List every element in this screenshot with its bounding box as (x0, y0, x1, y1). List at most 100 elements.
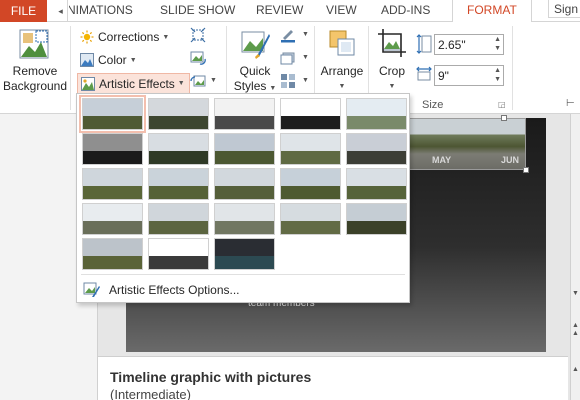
effect-thumbnail-crisscross-etching[interactable] (214, 203, 275, 235)
scroll-down-icon[interactable]: ▼ (572, 290, 579, 297)
effect-thumbnail-pencil-sketch[interactable] (280, 98, 341, 130)
effect-thumbnail-line-drawing[interactable] (346, 98, 407, 130)
thumbnail-sky (281, 134, 340, 151)
effect-thumbnail-film-grain[interactable] (214, 168, 275, 200)
effect-thumbnail-cutout[interactable] (82, 238, 143, 270)
thumbnail-sky (83, 204, 142, 221)
color-icon (80, 53, 94, 67)
effect-thumbnail-pastels-smooth[interactable] (280, 203, 341, 235)
effect-thumbnail-photocopy[interactable] (148, 238, 209, 270)
corrections-button[interactable]: Corrections ▼ (80, 28, 169, 46)
thumbnail-sky (281, 169, 340, 186)
remove-background-button[interactable]: Remove Background (2, 26, 68, 98)
remove-background-icon (19, 29, 49, 59)
artistic-effects-button[interactable]: Artistic Effects ▼ (77, 73, 190, 94)
shape-height-spin-icon[interactable]: ▲ ▼ (494, 35, 501, 53)
change-picture-button[interactable] (190, 50, 208, 68)
effect-thumbnail-texturizer[interactable] (148, 203, 209, 235)
effect-thumbnail-none[interactable] (79, 95, 146, 133)
shape-height-value: 2.65" (438, 38, 466, 52)
arrange-dropdown-icon: ▼ (338, 83, 346, 90)
effect-thumbnail-paint-brush[interactable] (214, 133, 275, 165)
thumbnail-land (347, 150, 406, 164)
effect-thumbnail-marker[interactable] (148, 98, 209, 130)
color-button[interactable]: Color ▼ (80, 51, 137, 69)
thumbnail-land (83, 185, 142, 199)
picture-border-button[interactable]: ▼ (280, 27, 310, 45)
quick-styles-icon (241, 31, 270, 59)
resize-handle[interactable] (523, 167, 529, 173)
artistic-effects-icon (81, 76, 95, 91)
tab-format[interactable]: FORMAT (452, 0, 532, 23)
vertical-scrollbar[interactable]: ▼ ▲ ▲ ▲ (570, 114, 580, 400)
thumbnail-land (149, 220, 208, 234)
effect-thumbnail-mosaic-bubbles[interactable] (280, 168, 341, 200)
artistic-effects-options-item[interactable]: Artistic Effects Options... (83, 280, 240, 300)
tab-view[interactable]: VIEW (326, 3, 357, 17)
thumbnail-sky (149, 204, 208, 221)
tab-slide-show[interactable]: SLIDE SHOW (160, 3, 235, 17)
thumbnail-land (347, 115, 406, 129)
quick-styles-button[interactable]: Quick Styles ▼ (232, 26, 278, 98)
crop-button[interactable]: Crop ▼ (372, 26, 412, 98)
thumbnail-land (215, 115, 274, 129)
effect-thumbnail-light-screen[interactable] (82, 168, 143, 200)
crop-dropdown-icon: ▼ (388, 83, 396, 90)
arrange-button[interactable]: Arrange ▼ (318, 26, 366, 98)
thumbnail-land (149, 150, 208, 164)
thumbnail-land (83, 150, 142, 164)
picture-effects-button[interactable]: ▼ (280, 50, 310, 68)
crop-icon (378, 29, 406, 57)
thumbnail-land (281, 115, 340, 129)
tab-review[interactable]: REVIEW (256, 3, 303, 17)
notes-pane[interactable]: Timeline graphic with pictures (Intermed… (98, 356, 568, 400)
thumbnail-land (215, 255, 274, 269)
thumbnail-land (281, 150, 340, 164)
effect-thumbnail-glow-diffused[interactable] (280, 133, 341, 165)
thumbnail-land (83, 255, 142, 269)
picture-border-icon (281, 30, 295, 43)
shape-height-field[interactable]: 2.65" ▲ ▼ (434, 34, 504, 55)
picture-layout-dropdown-icon: ▼ (302, 77, 309, 84)
thumbnail-sky (215, 99, 274, 116)
shape-width-field[interactable]: 9" ▲ ▼ (434, 65, 504, 86)
color-label: Color (98, 53, 127, 67)
ribbon-separator (512, 26, 513, 110)
sign-in-link[interactable]: Sign in (548, 0, 580, 18)
gallery-divider (81, 274, 405, 275)
resize-handle[interactable] (501, 115, 507, 121)
thumbnail-sky (149, 239, 208, 256)
tab-scroll-left-button[interactable]: ◂ (54, 0, 68, 22)
notes-subtitle: (Intermediate) (110, 387, 191, 400)
collapse-ribbon-icon[interactable]: ⊢ (566, 98, 575, 109)
effect-thumbnail-plastic-wrap[interactable] (346, 203, 407, 235)
remove-background-label-line1: Remove (12, 64, 58, 78)
effect-thumbnail-pencil-grayscale[interactable] (214, 98, 275, 130)
effect-thumbnail-glow-edges[interactable] (214, 238, 275, 270)
effect-thumbnail-chalk-sketch[interactable] (82, 133, 143, 165)
tab-animations[interactable]: ANIMATIONS (69, 3, 133, 17)
effect-thumbnail-glass[interactable] (346, 168, 407, 200)
timeline-month-may: MAY (432, 155, 452, 165)
thumbnail-sky (83, 134, 142, 151)
effect-thumbnail-paint-strokes[interactable] (148, 133, 209, 165)
thumbnail-sky (149, 169, 208, 186)
reset-picture-icon (190, 75, 206, 87)
tab-animations-clip: ANIMATIONS (69, 3, 135, 19)
compress-pictures-button[interactable] (190, 27, 208, 45)
picture-layout-icon (281, 74, 295, 88)
size-dialog-launcher-icon[interactable]: ◲ (498, 100, 506, 109)
effect-thumbnail-cement[interactable] (82, 203, 143, 235)
picture-layout-button[interactable]: ▼ (280, 73, 310, 91)
arrange-label: Arrange (320, 64, 364, 78)
tab-add-ins[interactable]: ADD-INS (381, 3, 430, 17)
shape-width-spin-icon[interactable]: ▲ ▼ (494, 66, 501, 84)
tab-file[interactable]: FILE (0, 0, 47, 22)
effect-thumbnail-watercolor-sponge[interactable] (148, 168, 209, 200)
timeline-month-jun: JUN (501, 155, 520, 165)
previous-slide-icon[interactable]: ▲ ▲ (572, 322, 579, 338)
notes-scroll-up-icon[interactable]: ▲ (572, 366, 579, 373)
size-group-label: Size (422, 99, 444, 111)
effect-thumbnail-blur[interactable] (346, 133, 407, 165)
reset-picture-button[interactable]: ▼ (190, 73, 217, 91)
